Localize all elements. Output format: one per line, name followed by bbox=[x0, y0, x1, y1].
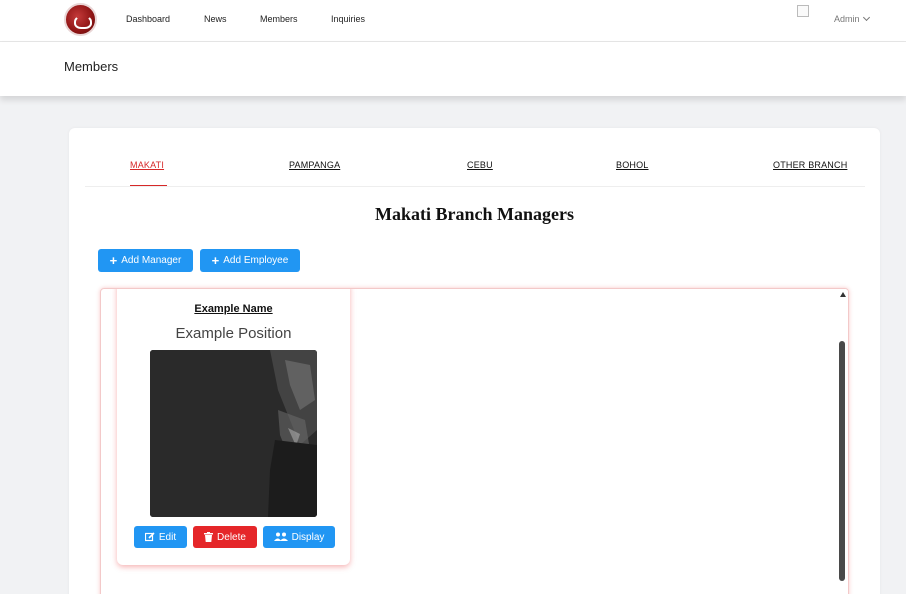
display-button[interactable]: Display bbox=[263, 526, 335, 548]
trash-icon bbox=[204, 532, 214, 542]
tab-other-branch[interactable]: OTHER BRANCH bbox=[773, 160, 847, 170]
display-label: Display bbox=[291, 531, 325, 543]
page-header: Members bbox=[0, 42, 906, 96]
tab-bohol[interactable]: BOHOL bbox=[616, 160, 649, 170]
delete-button[interactable]: Delete bbox=[193, 526, 257, 548]
top-navbar: Dashboard News Members Inquiries Admin bbox=[0, 0, 906, 42]
member-card: Example Name Example Position Edit Delet… bbox=[117, 289, 350, 565]
nav-dashboard[interactable]: Dashboard bbox=[126, 14, 170, 24]
branch-title: Makati Branch Managers bbox=[375, 204, 574, 224]
delete-label: Delete bbox=[217, 531, 246, 543]
member-list[interactable]: Example Name Example Position Edit Delet… bbox=[100, 288, 849, 594]
nav-inquiries[interactable]: Inquiries bbox=[331, 14, 365, 24]
nav-members[interactable]: Members bbox=[260, 14, 298, 24]
member-position: Example Position bbox=[175, 325, 292, 342]
page-title: Members bbox=[64, 59, 119, 74]
edit-button[interactable]: Edit bbox=[134, 526, 187, 548]
logo[interactable] bbox=[64, 3, 97, 36]
add-manager-button[interactable]: + Add Manager bbox=[98, 249, 193, 272]
scrollbar[interactable] bbox=[837, 289, 848, 594]
add-employee-label: Add Employee bbox=[223, 255, 289, 266]
nav-news[interactable]: News bbox=[204, 14, 227, 24]
branch-card: MAKATI PAMPANGA CEBU BOHOL OTHER BRANCH … bbox=[69, 128, 880, 594]
member-photo bbox=[150, 350, 317, 517]
member-name[interactable]: Example Name bbox=[117, 303, 350, 315]
edit-label: Edit bbox=[158, 531, 177, 543]
user-menu[interactable]: Admin bbox=[834, 13, 870, 24]
scroll-thumb[interactable] bbox=[839, 341, 845, 581]
tab-makati[interactable]: MAKATI bbox=[130, 160, 164, 170]
chevron-down-icon bbox=[862, 13, 870, 22]
add-employee-button[interactable]: + Add Employee bbox=[200, 249, 300, 272]
add-manager-label: Add Manager bbox=[121, 255, 182, 266]
user-name: Admin bbox=[834, 14, 860, 24]
tab-divider bbox=[85, 186, 865, 187]
plus-icon: + bbox=[211, 253, 220, 268]
plus-icon: + bbox=[109, 253, 118, 268]
users-icon bbox=[273, 532, 288, 541]
tab-cebu[interactable]: CEBU bbox=[467, 160, 493, 170]
tab-pampanga[interactable]: PAMPANGA bbox=[289, 160, 340, 170]
edit-icon bbox=[144, 532, 155, 542]
avatar[interactable] bbox=[797, 5, 809, 17]
scroll-up-arrow[interactable] bbox=[840, 292, 846, 297]
